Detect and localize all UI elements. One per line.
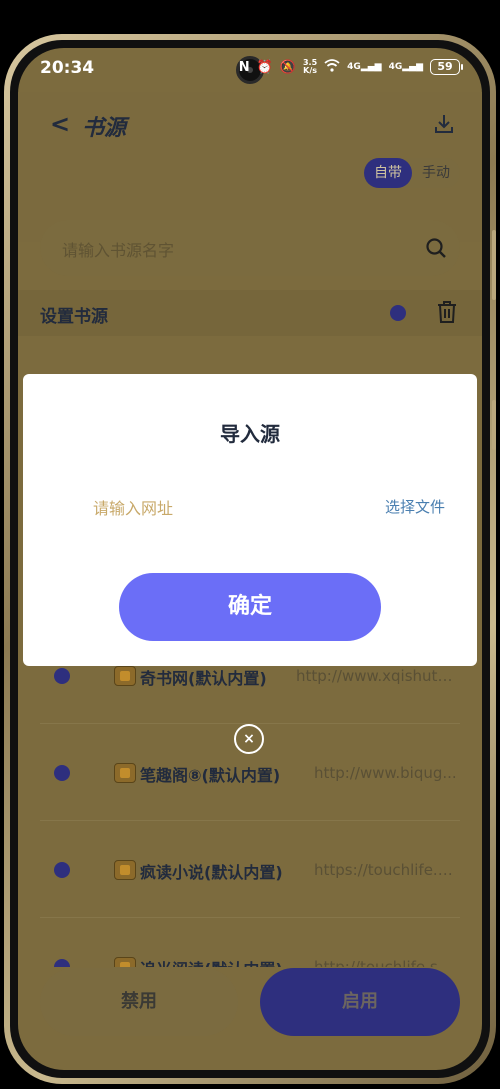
screen: 20:34 N ⏰ 🔕 3.5 K/s 4G▂▄▆ 4G▂▄▆ 59 < 书源 [18, 48, 482, 1070]
status-icons: N ⏰ 🔕 3.5 K/s 4G▂▄▆ 4G▂▄▆ 59 [238, 58, 463, 75]
radio-button[interactable] [54, 765, 70, 781]
search-bar[interactable]: 请输入书源名字 [40, 220, 460, 276]
dialog-title: 导入源 [220, 422, 280, 446]
wifi-icon [324, 59, 340, 75]
enable-button[interactable]: 启用 [260, 968, 460, 1036]
radio-button[interactable] [54, 862, 70, 878]
source-icon [114, 860, 136, 880]
network-speed: 3.5 K/s [302, 58, 318, 75]
list-item[interactable]: 追光阅读(默认内置) http://touchlife.sc... [40, 919, 460, 967]
nfc-icon: N [238, 59, 250, 75]
trash-icon[interactable] [436, 300, 458, 324]
source-name: 追光阅读(默认内置) [140, 956, 283, 967]
back-icon[interactable]: < [50, 110, 70, 138]
source-name: 奇书网(默认内置) [140, 669, 267, 688]
choose-file-link[interactable]: 选择文件 [385, 496, 445, 517]
status-time: 20:34 [40, 58, 95, 78]
volume-button [492, 400, 496, 450]
radio-button[interactable] [54, 959, 70, 967]
source-name: 笔趣阁⑧(默认内置) [140, 766, 281, 785]
close-dialog-icon[interactable]: × [234, 724, 264, 754]
mute-icon: 🔕 [279, 59, 296, 75]
select-all-radio[interactable] [390, 305, 406, 321]
source-url: http://www.biqug... [314, 764, 457, 782]
source-icon [114, 957, 136, 967]
source-icon [114, 763, 136, 783]
list-item[interactable]: 疯读小说(默认内置) https://touchlife.c... [40, 822, 460, 918]
search-input[interactable]: 请输入书源名字 [62, 237, 174, 261]
source-type-toggle: 自带 手动 [364, 158, 460, 188]
import-source-dialog: 导入源 选择文件 确定 [23, 374, 477, 666]
search-icon[interactable] [424, 236, 448, 260]
tab-builtin[interactable]: 自带 [364, 158, 412, 188]
radio-button[interactable] [54, 668, 70, 684]
power-button [492, 230, 496, 300]
set-source-row: 设置书源 [18, 290, 482, 336]
source-url: http://touchlife.sc... [314, 958, 460, 967]
confirm-button[interactable]: 确定 [119, 573, 381, 641]
signal-icon: 4G▂▄▆ [388, 61, 423, 72]
tab-manual[interactable]: 手动 [412, 158, 460, 188]
url-input[interactable] [93, 494, 333, 522]
status-bar: 20:34 N ⏰ 🔕 3.5 K/s 4G▂▄▆ 4G▂▄▆ 59 [18, 48, 482, 92]
download-icon[interactable] [432, 112, 456, 136]
disable-button[interactable]: 禁用 [40, 968, 238, 1036]
source-icon [114, 666, 136, 686]
signal-icon: 4G▂▄▆ [347, 61, 382, 72]
source-name: 疯读小说(默认内置) [140, 863, 283, 882]
battery-icon: 59 [430, 59, 463, 75]
alarm-icon: ⏰ [256, 59, 273, 75]
source-url: http://www.xqishuta.... [296, 667, 460, 685]
set-source-label: 设置书源 [40, 307, 108, 327]
page-title: 书源 [82, 116, 127, 141]
source-url: https://touchlife.c... [314, 861, 460, 879]
